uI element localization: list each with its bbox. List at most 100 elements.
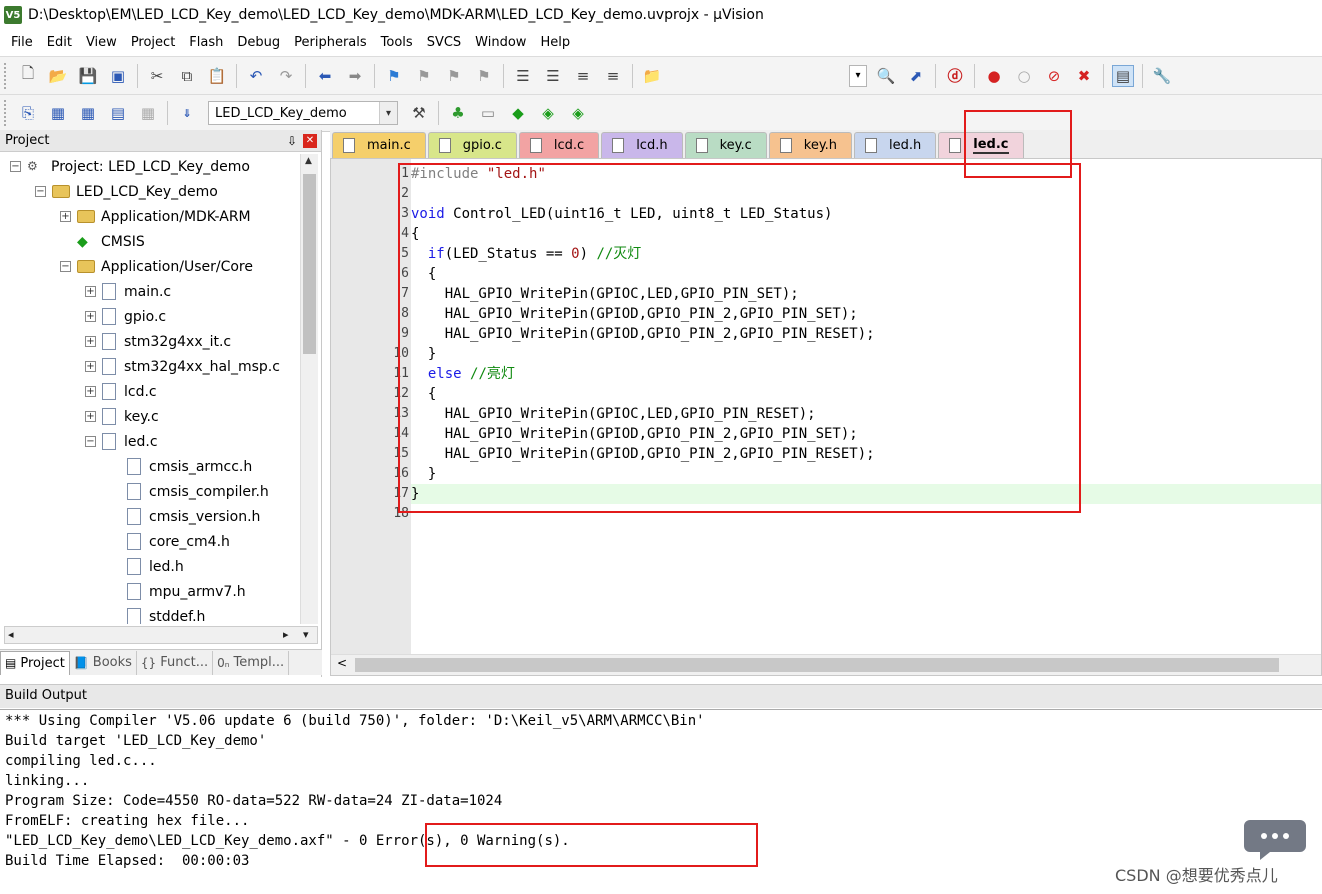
expand-icon[interactable]: + — [85, 411, 96, 422]
panel-tab-1[interactable]: 📘 Books — [70, 650, 137, 675]
collapse-icon[interactable]: − — [85, 436, 96, 447]
menu-tools[interactable]: Tools — [374, 31, 420, 55]
editor-tab[interactable]: lcd.h — [601, 132, 683, 158]
expand-icon[interactable]: + — [85, 386, 96, 397]
tree-item[interactable]: + main.c — [85, 279, 171, 304]
pack-installer-icon[interactable]: ◈ — [537, 102, 559, 124]
paste-icon[interactable]: 📋 — [206, 65, 228, 87]
menu-view[interactable]: View — [79, 31, 124, 55]
select-packs-icon[interactable]: ▭ — [477, 102, 499, 124]
panel-tab-3[interactable]: 0ₙ Templ... — [213, 650, 290, 675]
tree-horizontal-scrollbar[interactable]: ◂ ▸ ▾ — [4, 626, 318, 644]
tree-item[interactable]: + stm32g4xx_hal_msp.c — [85, 354, 280, 379]
menu-debug[interactable]: Debug — [230, 31, 287, 55]
find-in-files-icon[interactable]: 📁 — [641, 65, 663, 87]
find-combo[interactable]: ▾ — [849, 64, 867, 87]
manage-run-time-icon[interactable]: ◆ — [507, 102, 529, 124]
tree-item[interactable]: + Application/MDK-ARM — [60, 204, 251, 229]
indent-icon[interactable]: ☰ — [512, 65, 534, 87]
stop-build-icon[interactable]: ▦ — [137, 102, 159, 124]
toolbar-grip[interactable] — [4, 100, 9, 126]
tree-item[interactable]: + gpio.c — [85, 304, 166, 329]
editor-tab[interactable]: main.c — [332, 132, 426, 158]
target-select[interactable]: LED_LCD_Key_demo ▾ — [208, 101, 398, 125]
batch-build-icon[interactable]: ▤ — [107, 102, 129, 124]
scroll-right-icon[interactable]: ▸ — [283, 627, 289, 643]
tree-item[interactable]: led.h — [110, 554, 184, 579]
disable-breakpoint-icon[interactable]: ○ — [1013, 65, 1035, 87]
menu-edit[interactable]: Edit — [40, 31, 79, 55]
debug-session-icon[interactable]: ⓓ — [944, 65, 966, 87]
expand-icon[interactable]: + — [85, 361, 96, 372]
menu-window[interactable]: Window — [468, 31, 533, 55]
tree-item[interactable]: stddef.h — [110, 604, 205, 624]
tree-item[interactable]: ◆ CMSIS — [60, 229, 145, 254]
tree-vertical-scrollbar[interactable]: ▲ — [300, 154, 318, 624]
panel-tab-2[interactable]: {} Funct... — [137, 650, 214, 675]
expand-icon[interactable]: + — [85, 336, 96, 347]
tree-item[interactable]: + stm32g4xx_it.c — [85, 329, 231, 354]
expand-icon[interactable]: + — [85, 286, 96, 297]
editor-tab[interactable]: key.c — [684, 132, 767, 158]
tree-item[interactable]: − ⚙ Project: LED_LCD_Key_demo — [10, 154, 250, 179]
scroll-thumb[interactable] — [355, 658, 1279, 672]
bookmark-icon[interactable]: ⚑ — [383, 65, 405, 87]
close-icon[interactable]: ✕ — [303, 133, 317, 148]
tree-item[interactable]: cmsis_compiler.h — [110, 479, 269, 504]
menu-project[interactable]: Project — [124, 31, 182, 55]
collapse-icon[interactable]: − — [10, 161, 21, 172]
unindent-icon[interactable]: ☰ — [542, 65, 564, 87]
cut-icon[interactable]: ✂ — [146, 65, 168, 87]
menu-flash[interactable]: Flash — [182, 31, 230, 55]
copy-icon[interactable]: ⧉ — [176, 65, 198, 87]
collapse-icon[interactable]: − — [35, 186, 46, 197]
open-folder-icon[interactable]: 📂 — [47, 65, 69, 87]
disable-all-breakpoints-icon[interactable]: ⊘ — [1043, 65, 1065, 87]
scroll-up-icon[interactable]: ▲ — [305, 156, 312, 166]
save-icon[interactable]: 💾 — [77, 65, 99, 87]
scroll-left-icon[interactable]: < — [337, 656, 347, 670]
undo-icon[interactable]: ↶ — [245, 65, 267, 87]
editor-tab[interactable]: lcd.c — [518, 132, 600, 158]
scroll-thumb[interactable] — [303, 174, 316, 354]
uncomment-icon[interactable]: ≡ — [602, 65, 624, 87]
tree-item[interactable]: mpu_armv7.h — [110, 579, 246, 604]
chevron-down-icon[interactable]: ▾ — [379, 102, 397, 124]
menu-help[interactable]: Help — [533, 31, 577, 55]
new-file-icon[interactable]: 🗋 — [17, 64, 39, 87]
rebuild-icon[interactable]: ▦ — [77, 102, 99, 124]
tree-item[interactable]: − Application/User/Core — [60, 254, 253, 279]
redo-icon[interactable]: ↷ — [275, 65, 297, 87]
menu-peripherals[interactable]: Peripherals — [287, 31, 374, 55]
window-layout-icon[interactable]: ▤ — [1112, 64, 1134, 87]
translate-icon[interactable]: ⎘ — [17, 102, 39, 124]
menu-file[interactable]: File — [4, 31, 40, 55]
bookmark-prev-icon[interactable]: ⚑ — [413, 65, 435, 87]
configure-icon[interactable]: 🔧 — [1151, 65, 1173, 87]
tree-item[interactable]: − led.c — [85, 429, 158, 454]
menu-svcs[interactable]: SVCS — [420, 31, 468, 55]
bookmark-next-icon[interactable]: ⚑ — [443, 65, 465, 87]
collapse-icon[interactable]: − — [60, 261, 71, 272]
build-icon[interactable]: ▦ — [47, 102, 69, 124]
tree-item[interactable]: core_cm4.h — [110, 529, 230, 554]
find-icon[interactable]: 🔍 — [875, 65, 897, 87]
expand-icon[interactable]: + — [60, 211, 71, 222]
editor-tab[interactable]: key.h — [768, 132, 853, 158]
pin-icon[interactable]: ⇩ — [287, 134, 297, 148]
nav-forward-icon[interactable]: ➡ — [344, 65, 366, 87]
options-for-target-icon[interactable]: ⚒ — [408, 102, 430, 124]
save-all-icon[interactable]: ▣ — [107, 65, 129, 87]
tree-item[interactable]: cmsis_version.h — [110, 504, 260, 529]
editor-tab[interactable]: gpio.c — [427, 132, 517, 158]
tree-item[interactable]: + key.c — [85, 404, 159, 429]
tree-item[interactable]: − LED_LCD_Key_demo — [35, 179, 218, 204]
multi-project-icon[interactable]: ◈ — [567, 102, 589, 124]
scroll-down-icon[interactable]: ▾ — [303, 627, 309, 643]
panel-tab-0[interactable]: ▤ Project — [0, 650, 70, 675]
nav-back-icon[interactable]: ⬅ — [314, 65, 336, 87]
editor-horizontal-scrollbar[interactable]: < — [331, 654, 1321, 675]
bookmark-clear-icon[interactable]: ⚑ — [473, 65, 495, 87]
tree-item[interactable]: + lcd.c — [85, 379, 157, 404]
expand-icon[interactable]: + — [85, 311, 96, 322]
